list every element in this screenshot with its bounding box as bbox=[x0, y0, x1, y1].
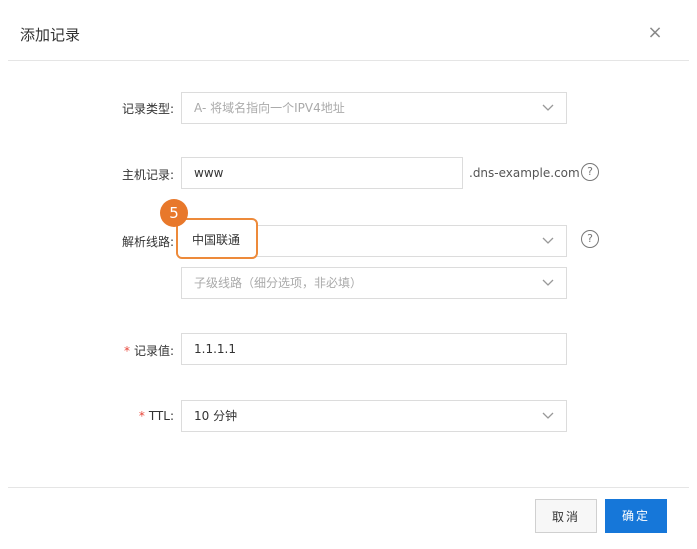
close-icon[interactable]: × bbox=[645, 23, 665, 43]
record-value-value: 1.1.1.1 bbox=[194, 342, 236, 356]
required-mark: * bbox=[138, 409, 145, 423]
required-mark: * bbox=[123, 344, 130, 358]
help-icon[interactable]: ? bbox=[581, 163, 599, 181]
line-label: 解析线路: bbox=[121, 235, 174, 249]
ttl-label-text: TTL: bbox=[148, 409, 174, 423]
chevron-down-icon bbox=[542, 104, 554, 111]
sub-line-placeholder: 子级线路（细分选项，非必填） bbox=[194, 276, 363, 290]
sub-line-select[interactable]: 子级线路（细分选项，非必填） bbox=[181, 267, 567, 299]
step-badge: 5 bbox=[160, 199, 188, 227]
host-record-value: www bbox=[194, 166, 224, 180]
line-value: 中国联通 bbox=[192, 233, 241, 247]
host-record-input[interactable]: www bbox=[181, 157, 463, 189]
ttl-label: * TTL: bbox=[64, 409, 174, 423]
ttl-select[interactable]: 10 分钟 bbox=[181, 400, 567, 432]
chevron-down-icon bbox=[542, 279, 554, 286]
dialog-title: 添加记录 bbox=[20, 26, 81, 44]
record-type-select[interactable]: A- 将域名指向一个IPV4地址 bbox=[181, 92, 567, 124]
footer-divider bbox=[8, 487, 689, 488]
ok-button[interactable]: 确定 bbox=[605, 499, 667, 533]
domain-suffix: .dns-example.com bbox=[469, 166, 580, 180]
header-divider bbox=[8, 60, 689, 61]
record-value-input[interactable]: 1.1.1.1 bbox=[181, 333, 567, 365]
record-value-label-text: 记录值: bbox=[133, 344, 174, 358]
cancel-button[interactable]: 取消 bbox=[535, 499, 597, 533]
chevron-down-icon bbox=[542, 237, 554, 244]
record-type-value: A- 将域名指向一个IPV4地址 bbox=[194, 101, 345, 115]
record-type-label: 记录类型: bbox=[121, 102, 174, 116]
ttl-value: 10 分钟 bbox=[194, 409, 238, 423]
record-value-label: * 记录值: bbox=[64, 342, 174, 359]
help-icon[interactable]: ? bbox=[581, 230, 599, 248]
line-value-highlight[interactable]: 中国联通 bbox=[176, 218, 258, 259]
chevron-down-icon bbox=[542, 412, 554, 419]
host-record-label: 主机记录: bbox=[121, 168, 174, 182]
